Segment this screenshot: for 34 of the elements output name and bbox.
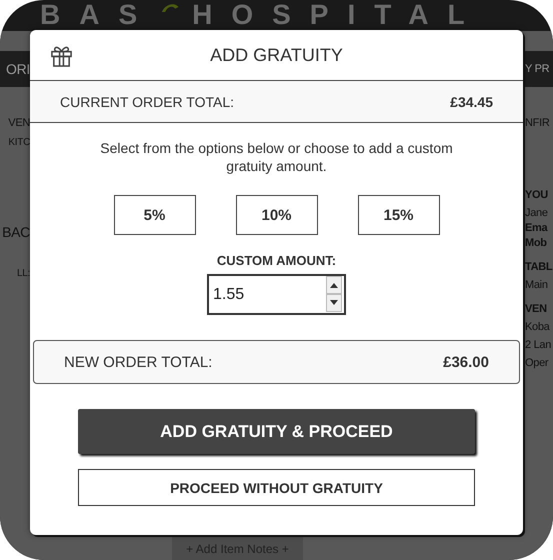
spinner-icon[interactable]: [326, 276, 342, 312]
logo-text: BAS: [40, 1, 156, 29]
detail-label: Ema: [525, 222, 548, 234]
detail-text: Jane: [525, 207, 548, 219]
section-title: VEN: [525, 303, 547, 315]
logo-text: HOSPITAL: [192, 1, 484, 29]
percentage-button[interactable]: 5%: [114, 195, 196, 235]
proceed-button[interactable]: ADD GRATUITY & PROCEED: [78, 409, 475, 454]
section-title: TABL: [525, 261, 552, 273]
new-total-value: £36.00: [443, 354, 489, 370]
detail-text: 2 Lan: [525, 339, 552, 351]
section-heading: VEN: [8, 117, 30, 129]
detail-label: Mob: [525, 237, 547, 249]
venue-text: KITC: [8, 137, 30, 148]
new-total-label: NEW ORDER TOTAL:: [64, 354, 212, 370]
section-title: BAC: [2, 224, 30, 240]
instructions-text: Select from the options below or choose to add a custom gratuity amount.: [99, 139, 454, 175]
total-label: CURRENT ORDER TOTAL:: [60, 94, 234, 110]
nav-tab[interactable]: Y PR: [525, 51, 553, 87]
detail-text: Oper: [525, 357, 548, 369]
detail-text: Koba: [525, 321, 550, 333]
nav-tab[interactable]: ORI: [0, 51, 30, 87]
detail-text: Main: [525, 279, 548, 291]
section-heading: NFIR: [525, 117, 550, 129]
skip-button[interactable]: PROCEED WITHOUT GRATUITY: [78, 469, 475, 506]
percentage-button[interactable]: 15%: [358, 195, 440, 235]
section-title: YOU: [525, 189, 548, 201]
gift-icon: [50, 44, 73, 66]
venue-text: LL:: [16, 268, 30, 279]
total-value: £34.45: [450, 94, 493, 110]
amount-field[interactable]: 1.55: [207, 274, 346, 315]
custom-amount-label: CUSTOM AMOUNT:: [216, 253, 336, 268]
percentage-button[interactable]: 10%: [236, 195, 318, 235]
dialog-title: ADD GRATUITY: [209, 44, 344, 66]
